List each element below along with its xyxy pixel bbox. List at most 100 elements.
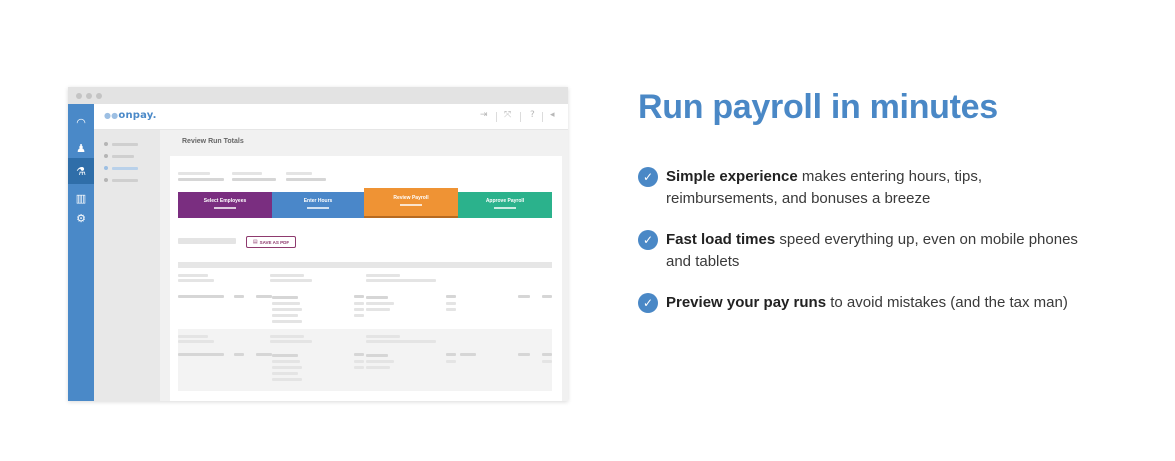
step-label: Approve Payroll <box>485 198 525 204</box>
subnav-item[interactable] <box>104 178 138 182</box>
feature-bold: Preview your pay runs <box>666 294 827 311</box>
left-rail: ◠ ♟ ⚗ ▥ ⚙ <box>68 104 94 401</box>
placeholder-text <box>178 274 208 277</box>
table-row <box>272 302 300 305</box>
feature-text: Fast load times speed everything up, eve… <box>666 229 1086 273</box>
feature-bold: Simple experience <box>666 168 798 185</box>
window-titlebar <box>68 87 568 104</box>
table-row <box>366 366 390 369</box>
table-row <box>354 295 364 298</box>
table-row <box>460 353 476 356</box>
table-row <box>366 354 388 357</box>
feature-item: ✓ Preview your pay runs to avoid mistake… <box>638 292 1138 314</box>
divider <box>496 112 497 122</box>
table-row <box>272 372 298 375</box>
save-as-pdf-button[interactable]: ▤ SAVE AS PDF <box>246 236 296 248</box>
table-row <box>366 296 388 299</box>
step-enter-hours[interactable]: Enter Hours <box>272 192 364 218</box>
headline: Run payroll in minutes <box>638 88 998 126</box>
app-topbar: ●●onpay. ⇥ ⤧ ? ◂ <box>94 104 568 130</box>
feature-text: Simple experience makes entering hours, … <box>666 166 1086 210</box>
table-row <box>354 314 364 317</box>
table-row <box>446 360 456 363</box>
help-icon[interactable]: ? <box>530 110 535 120</box>
table-row <box>446 302 456 305</box>
table-row <box>272 314 298 317</box>
pdf-icon: ▤ <box>252 239 258 245</box>
feature-item: ✓ Fast load times speed everything up, e… <box>638 229 1138 273</box>
table-row <box>366 360 394 363</box>
table-section <box>178 329 552 391</box>
table-row <box>542 353 552 356</box>
table-row <box>272 366 302 369</box>
onpay-logo: ●●onpay. <box>104 110 157 121</box>
placeholder-text <box>178 279 214 282</box>
placeholder-text <box>232 172 262 175</box>
table-row <box>446 353 456 356</box>
table-row <box>272 320 302 323</box>
button-label: SAVE AS PDF <box>259 239 290 245</box>
table-row <box>234 353 244 356</box>
placeholder-text <box>232 178 276 181</box>
placeholder-text <box>366 274 400 277</box>
table-row <box>354 353 364 356</box>
check-icon: ✓ <box>638 293 658 313</box>
gear-icon[interactable]: ⚙ <box>68 208 94 228</box>
window-dot <box>96 93 102 99</box>
table-row <box>354 302 364 305</box>
feature-item: ✓ Simple experience makes entering hours… <box>638 166 1138 210</box>
subnav-item-active[interactable] <box>104 166 138 170</box>
placeholder-text <box>178 178 224 181</box>
table-row <box>256 295 272 298</box>
table-row <box>234 295 244 298</box>
window-dot <box>86 93 92 99</box>
table-row <box>446 308 456 311</box>
placeholder-text <box>178 238 236 244</box>
placeholder-text <box>270 340 312 343</box>
placeholder-text <box>286 172 312 175</box>
feature-bold: Fast load times <box>666 231 776 248</box>
placeholder-text <box>366 335 400 338</box>
divider <box>542 112 543 122</box>
window-dot <box>76 93 82 99</box>
placeholder-text <box>366 279 436 282</box>
feature-text: Preview your pay runs to avoid mistakes … <box>666 292 1136 314</box>
payroll-icon[interactable]: ⚗ <box>68 158 94 184</box>
feature-rest: to avoid mistakes (and the tax man) <box>826 294 1068 311</box>
table-row <box>272 360 300 363</box>
placeholder-text <box>286 178 326 181</box>
step-label: Review Payroll <box>393 195 429 201</box>
table-row <box>272 354 298 357</box>
expand-icon[interactable]: ⤧ <box>504 110 511 120</box>
step-select-employees[interactable]: Select Employees <box>178 192 272 218</box>
step-label: Enter Hours <box>303 198 333 204</box>
step-approve-payroll[interactable]: Approve Payroll <box>458 192 552 218</box>
placeholder-text <box>178 340 214 343</box>
table-row <box>354 360 364 363</box>
table-row <box>518 353 530 356</box>
logout-icon[interactable]: ⇥ <box>480 110 488 120</box>
table-row <box>518 295 530 298</box>
app-window-mockup: ◠ ♟ ⚗ ▥ ⚙ ●●onpay. ⇥ ⤧ ? ◂ Review Run To… <box>68 87 568 401</box>
table-row <box>542 295 552 298</box>
placeholder-text <box>270 274 304 277</box>
dashboard-icon[interactable]: ◠ <box>68 112 94 132</box>
reports-icon[interactable]: ▥ <box>68 188 94 208</box>
megaphone-icon[interactable]: ◂ <box>550 110 555 120</box>
subnav-item[interactable] <box>104 154 134 158</box>
check-icon: ✓ <box>638 230 658 250</box>
table-row <box>354 366 364 369</box>
subnav-item[interactable] <box>104 142 138 146</box>
table-row <box>366 308 390 311</box>
step-review-payroll[interactable]: Review Payroll <box>364 188 458 218</box>
table-row <box>366 302 394 305</box>
review-panel: Select Employees Enter Hours Review Payr… <box>170 156 562 401</box>
people-icon[interactable]: ♟ <box>68 138 94 158</box>
placeholder-text <box>270 279 312 282</box>
placeholder-text <box>366 340 436 343</box>
step-label: Select Employees <box>203 198 247 204</box>
sub-navigation <box>94 130 160 401</box>
main-content: Review Run Totals Select Employees Enter… <box>160 130 568 401</box>
placeholder-text <box>178 335 208 338</box>
page-title: Review Run Totals <box>182 138 244 145</box>
